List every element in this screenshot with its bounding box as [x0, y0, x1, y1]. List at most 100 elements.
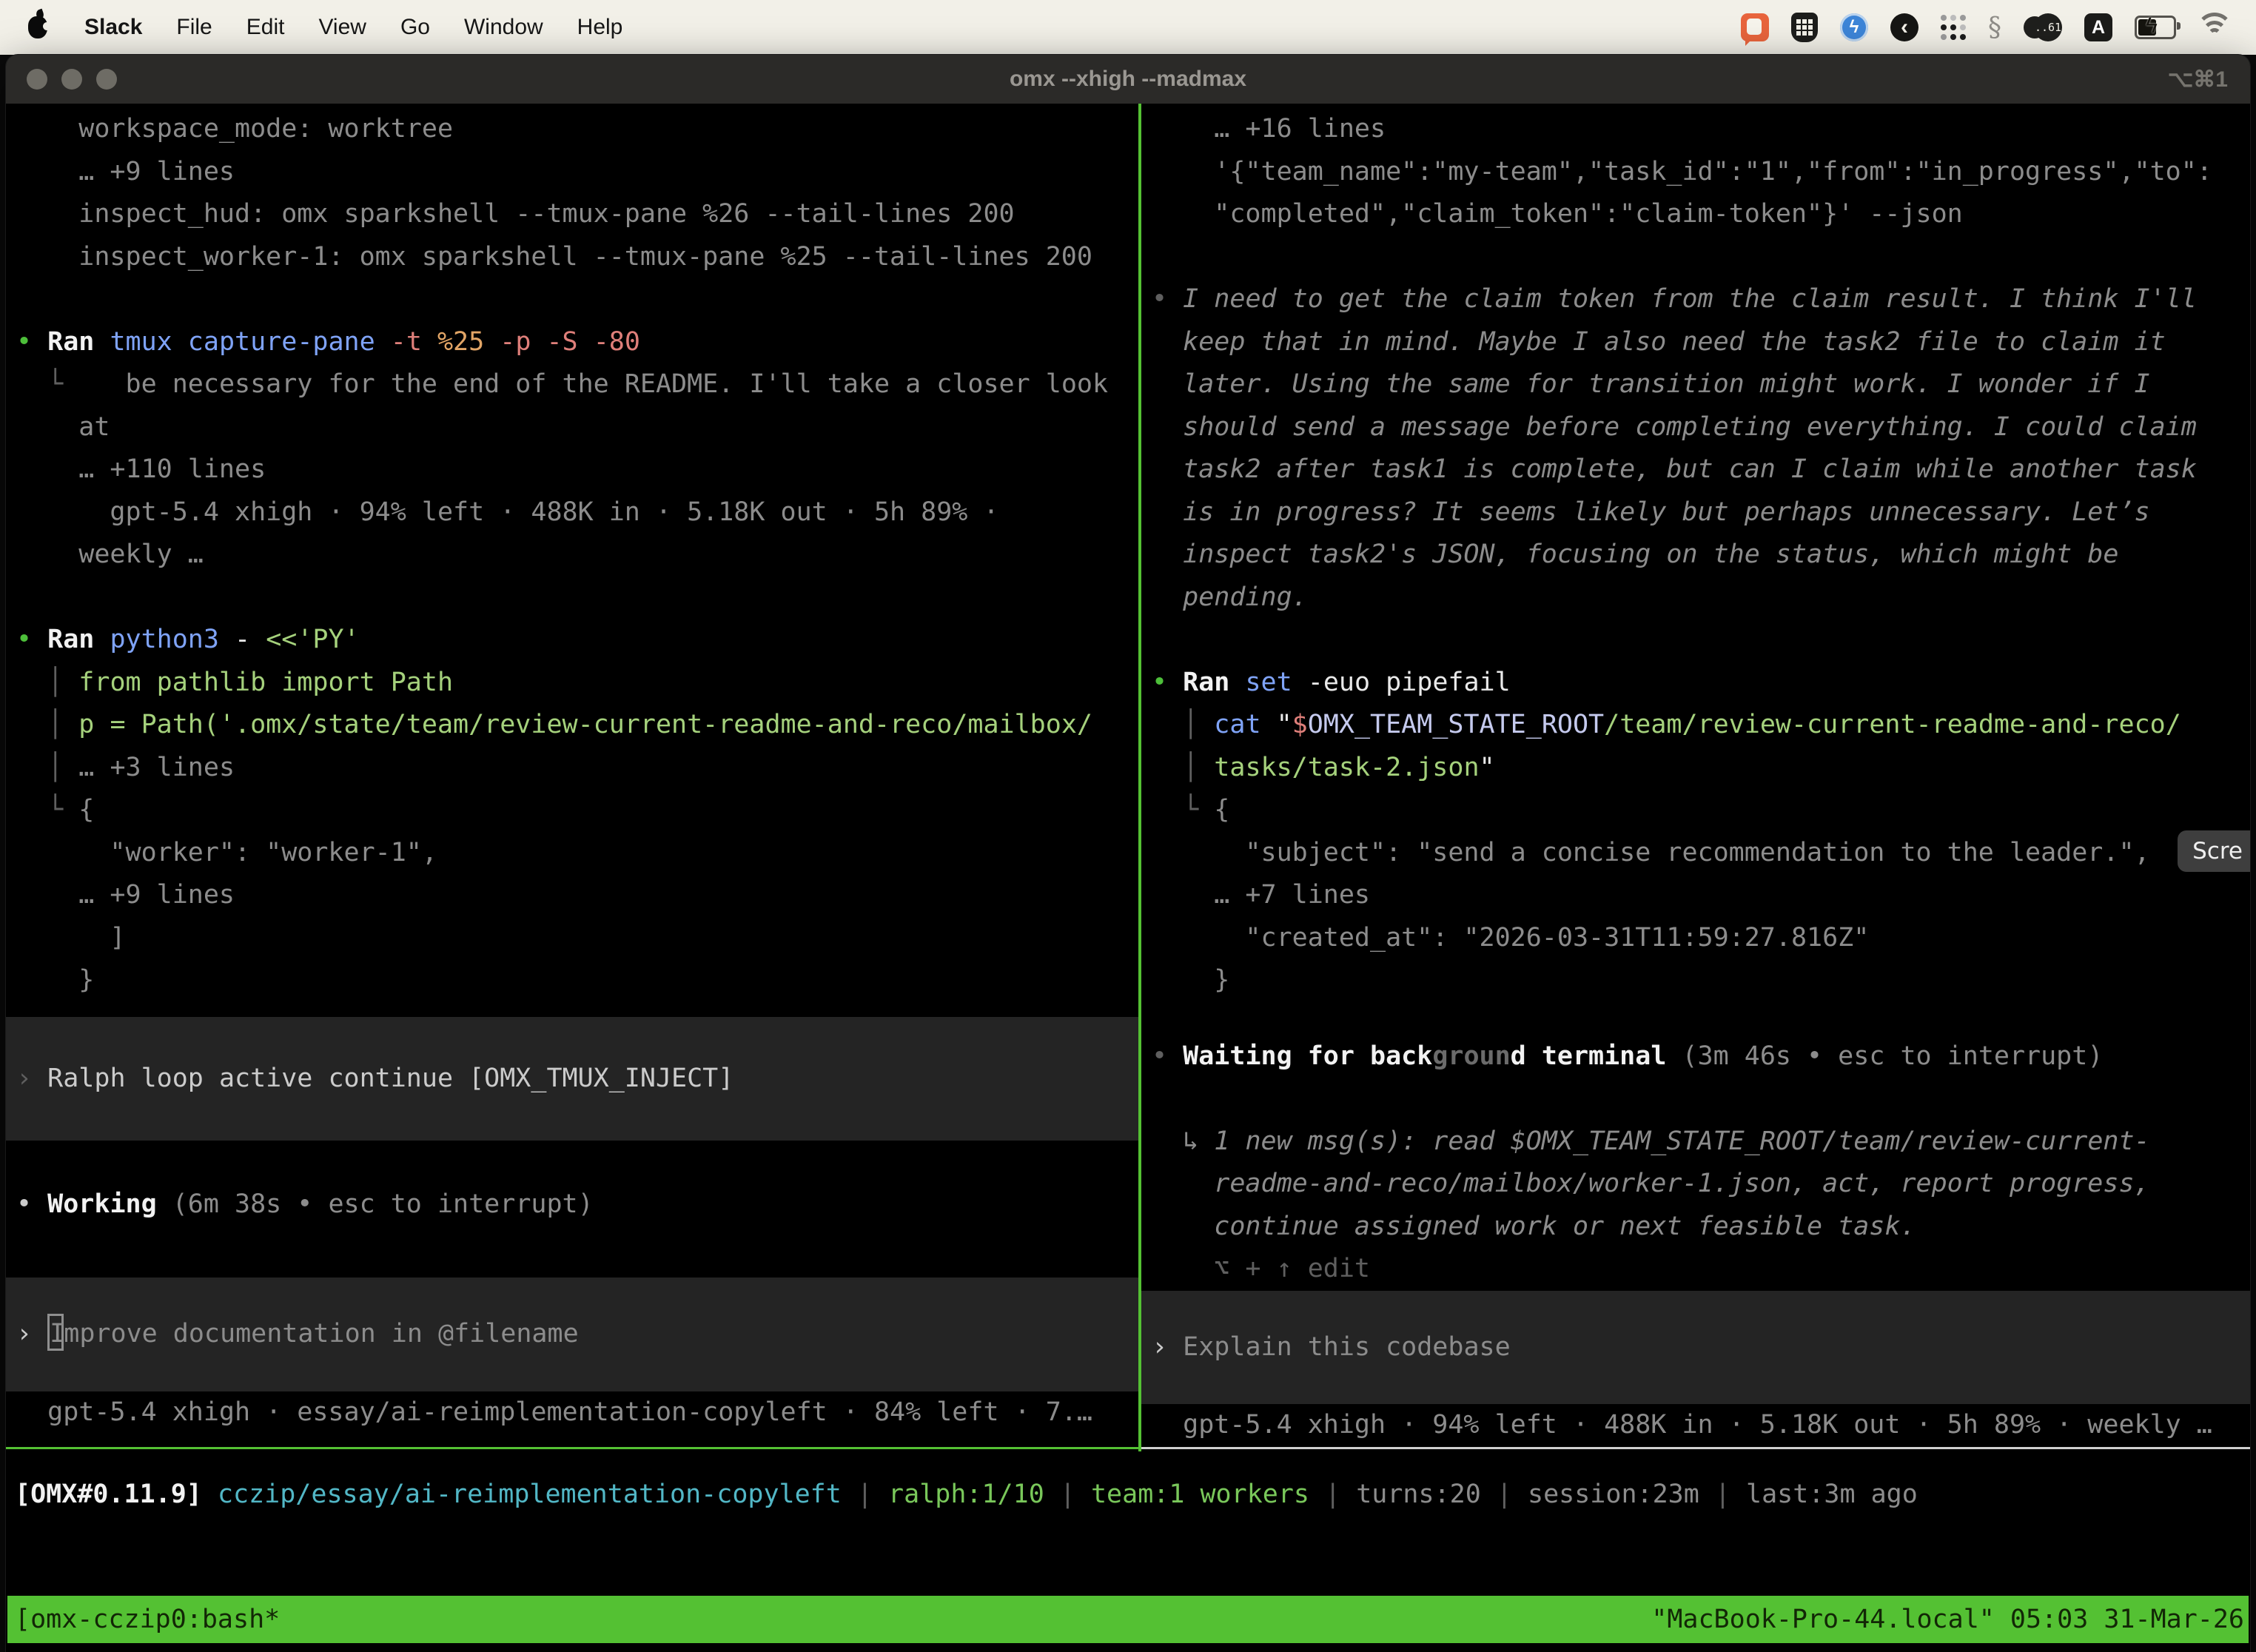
- terminal-line: │ p = Path('.omx/state/team/review-curre…: [6, 704, 1138, 747]
- terminal-line: [OMX#0.11.9] cczip/essay/ai-reimplementa…: [15, 1474, 2250, 1517]
- mailbox-message: ↳ 1 new msg(s): read $OMX_TEAM_STATE_ROO…: [1141, 1078, 2250, 1291]
- terminal-line: inspect_worker-1: omx sparkshell --tmux-…: [6, 236, 1138, 279]
- window-title: omx --xhigh --madmax: [6, 67, 2250, 92]
- menu-item-window[interactable]: Window: [464, 15, 543, 40]
- waiting-status: • Waiting for background terminal (3m 46…: [1141, 1035, 2250, 1078]
- terminal-line: "created_at": "2026-03-31T11:59:27.816Z": [1141, 917, 2250, 960]
- menu-item-view[interactable]: View: [318, 15, 366, 40]
- charging-bolt-icon: ϟ: [2146, 13, 2158, 38]
- session-stats: gpt-5.4 xhigh · essay/ai-reimplementatio…: [6, 1391, 1138, 1434]
- terminal-content: workspace_mode: worktree … +9 lines insp…: [6, 104, 2250, 1652]
- tmux-host-clock: "MacBook-Pro-44.local" 05:03 31-Mar-26: [1651, 1605, 2249, 1634]
- tmux-status-bar: [omx-cczip0:bash* "MacBook-Pro-44.local"…: [7, 1596, 2249, 1643]
- terminal-line: │ … +3 lines: [6, 747, 1138, 790]
- shield-grid-icon[interactable]: [1791, 13, 1818, 42]
- screen-toast-overlay: Scre: [2178, 830, 2250, 872]
- terminal-line: … +9 lines: [6, 151, 1138, 194]
- scrollback: … +16 lines '{"team_name":"my-team","tas…: [1141, 108, 2250, 1002]
- terminal-line: '{"team_name":"my-team","task_id":"1","f…: [1141, 151, 2250, 194]
- terminal-line: [1141, 1078, 2250, 1121]
- terminal-line: │ from pathlib import Path: [6, 662, 1138, 705]
- terminal-line: › Improve documentation in @filename: [6, 1313, 1138, 1356]
- terminal-line: … +9 lines: [6, 874, 1138, 917]
- terminal-line: gpt-5.4 xhigh · 94% left · 488K in · 5.1…: [6, 491, 1138, 534]
- terminal-line: }: [1141, 959, 2250, 1002]
- terminal-line: • Working (6m 38s • esc to interrupt): [6, 1183, 1138, 1226]
- terminal-line: … +110 lines: [6, 449, 1138, 491]
- terminal-line: inspect task2's JSON, focusing on the st…: [1141, 534, 2250, 577]
- terminal-line: • Waiting for background terminal (3m 46…: [1141, 1035, 2250, 1078]
- terminal-line: └ be necessary for the end of the README…: [6, 363, 1138, 406]
- terminal-line: … +7 lines: [1141, 874, 2250, 917]
- terminal-line: task2 after task1 is complete, but can I…: [1141, 449, 2250, 491]
- terminal-line: • Ran tmux capture-pane -t %25 -p -S -80: [6, 321, 1138, 364]
- terminal-line: gpt-5.4 xhigh · 94% left · 488K in · 5.1…: [1141, 1404, 2250, 1447]
- terminal-line: }: [6, 959, 1138, 1002]
- terminal-line: keep that in mind. Maybe I also need the…: [1141, 321, 2250, 364]
- terminal-line: … +16 lines: [1141, 108, 2250, 151]
- terminal-line: readme-and-reco/mailbox/worker-1.json, a…: [1141, 1163, 2250, 1206]
- terminal-line: [6, 278, 1138, 321]
- terminal-line: inspect_hud: omx sparkshell --tmux-pane …: [6, 193, 1138, 236]
- terminal-line: is in progress? It seems likely but perh…: [1141, 491, 2250, 534]
- window-title-bar[interactable]: omx --xhigh --madmax ⌥⌘1: [6, 55, 2250, 104]
- verified-badge-icon[interactable]: ϟ: [1840, 13, 1868, 41]
- ralph-notice-band: › Ralph loop active continue [OMX_TMUX_I…: [6, 1017, 1138, 1141]
- terminal-line: • Ran python3 - <<'PY': [6, 619, 1138, 662]
- terminal-line: ]: [6, 917, 1138, 960]
- terminal-line: │ cat "$OMX_TEAM_STATE_ROOT/team/review-…: [1141, 704, 2250, 747]
- terminal-line: └ {: [6, 789, 1138, 832]
- menu-app-name[interactable]: Slack: [84, 15, 142, 40]
- terminal-line: ⌥ + ↑ edit: [1141, 1248, 2250, 1291]
- terminal-line: weekly …: [6, 534, 1138, 577]
- session-stats: gpt-5.4 xhigh · 94% left · 488K in · 5.1…: [1141, 1404, 2250, 1447]
- terminal-line: later. Using the same for transition mig…: [1141, 363, 2250, 406]
- terminal-line: • I need to get the claim token from the…: [1141, 278, 2250, 321]
- menu-item-file[interactable]: File: [176, 15, 212, 40]
- battery-charging-icon[interactable]: ϟ: [2135, 16, 2176, 39]
- percent-bubble-icon[interactable]: ..61: [2024, 13, 2062, 42]
- prompt-input-band[interactable]: › Explain this codebase: [1141, 1291, 2250, 1405]
- terminal-line: at: [6, 406, 1138, 449]
- menu-item-go[interactable]: Go: [400, 15, 430, 40]
- chat-app-icon[interactable]: [1741, 13, 1769, 41]
- terminal-line: "subject": "send a concise recommendatio…: [1141, 832, 2250, 875]
- scrollback: workspace_mode: worktree … +9 lines insp…: [6, 108, 1138, 1002]
- working-status: • Working (6m 38s • esc to interrupt): [6, 1141, 1138, 1226]
- terminal-section: [OMX#0.11.9] cczip/essay/ai-reimplementa…: [15, 1474, 2250, 1517]
- terminal-line: › Explain this codebase: [1141, 1326, 2250, 1369]
- menu-item-edit[interactable]: Edit: [246, 15, 285, 40]
- moon-chevron-icon[interactable]: ‹: [1890, 13, 1918, 41]
- terminal-line: [6, 1141, 1138, 1183]
- menu-item-help[interactable]: Help: [577, 15, 623, 40]
- terminal-window: omx --xhigh --madmax ⌥⌘1 workspace_mode:…: [6, 55, 2250, 1652]
- percent-label: ..61: [2034, 13, 2062, 41]
- text-cursor: I: [47, 1314, 64, 1351]
- terminal-line: └ {: [1141, 789, 2250, 832]
- tmux-pane-left[interactable]: workspace_mode: worktree … +9 lines insp…: [6, 104, 1138, 1449]
- terminal-line: gpt-5.4 xhigh · essay/ai-reimplementatio…: [6, 1391, 1138, 1434]
- prompt-input-band[interactable]: › Improve documentation in @filename: [6, 1277, 1138, 1391]
- terminal-line: [6, 577, 1138, 620]
- omx-hud-status-line: [OMX#0.11.9] cczip/essay/ai-reimplementa…: [6, 1451, 2250, 1517]
- wifi-icon[interactable]: [2198, 16, 2231, 39]
- terminal-line: "completed","claim_token":"claim-token"}…: [1141, 193, 2250, 236]
- squiggle-icon[interactable]: §: [1988, 13, 2001, 43]
- tmux-session-label[interactable]: [omx-cczip0:bash*: [7, 1605, 280, 1634]
- keyboard-a-icon[interactable]: A: [2084, 13, 2112, 41]
- terminal-line: • Ran set -euo pipefail: [1141, 662, 2250, 705]
- terminal-line: [1141, 619, 2250, 662]
- menu-bar: Slack File Edit View Go Window Help ϟ ‹ …: [0, 0, 2256, 55]
- terminal-line: [1141, 236, 2250, 279]
- apple-menu-icon[interactable]: [28, 16, 47, 38]
- terminal-line: continue assigned work or next feasible …: [1141, 1206, 2250, 1249]
- terminal-line: workspace_mode: worktree: [6, 108, 1138, 151]
- terminal-line: pending.: [1141, 577, 2250, 620]
- dots-grid-icon[interactable]: [1941, 15, 1966, 40]
- terminal-line: should send a message before completing …: [1141, 406, 2250, 449]
- terminal-line: › Ralph loop active continue [OMX_TMUX_I…: [6, 1058, 1138, 1101]
- tmux-pane-right[interactable]: … +16 lines '{"team_name":"my-team","tas…: [1141, 104, 2250, 1449]
- terminal-line: │ tasks/task-2.json": [1141, 747, 2250, 790]
- terminal-line: "worker": "worker-1",: [6, 832, 1138, 875]
- terminal-line: ↳ 1 new msg(s): read $OMX_TEAM_STATE_ROO…: [1141, 1121, 2250, 1164]
